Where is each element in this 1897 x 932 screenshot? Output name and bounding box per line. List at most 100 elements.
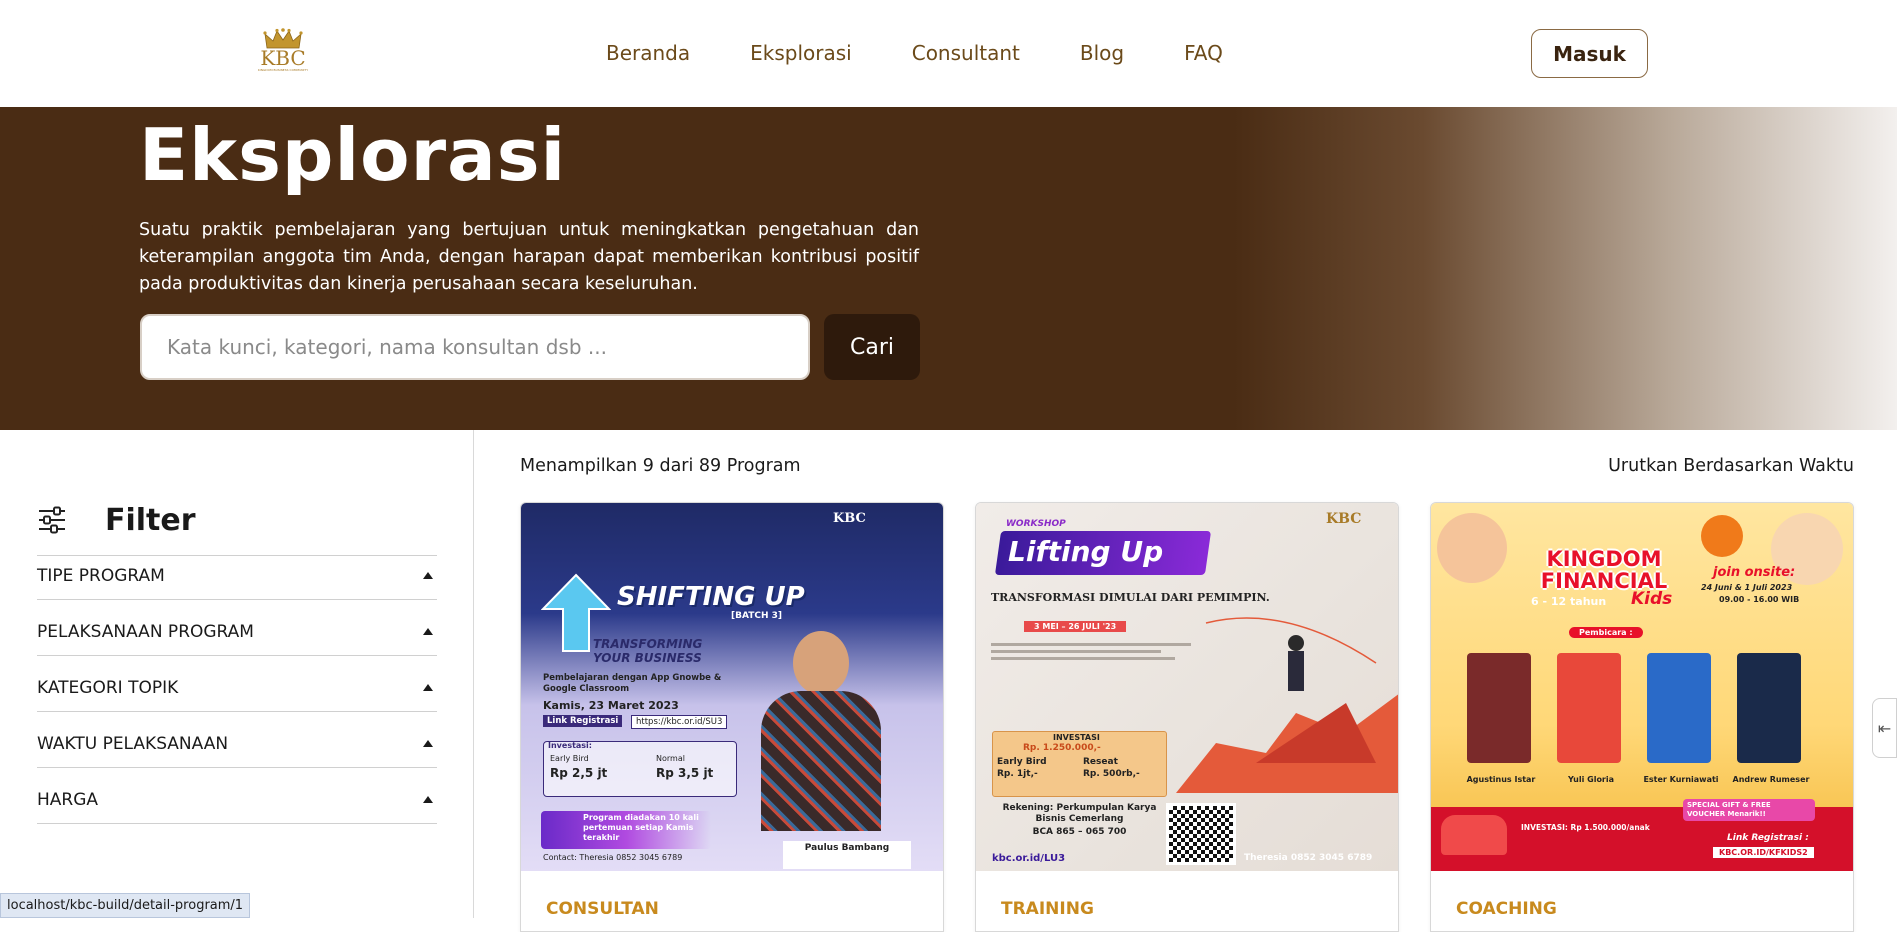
poster-speakers-label: Pembicara :	[1569, 627, 1643, 638]
filter-harga[interactable]: HARGA	[37, 768, 437, 824]
filter-sections: TIPE PROGRAM PELAKSANAAN PROGRAM KATEGOR…	[37, 544, 437, 824]
card-category: CONSULTAN	[546, 899, 659, 919]
filter-label: HARGA	[37, 789, 99, 810]
nav-eksplorasi[interactable]: Eksplorasi	[750, 38, 852, 68]
collapse-icon: ⇤	[1877, 718, 1892, 738]
status-bar-url: localhost/kbc-build/detail-program/1	[0, 893, 251, 918]
login-button[interactable]: Masuk	[1531, 29, 1648, 78]
kbc-logo[interactable]: KBC KINGDOM BUSINESS COMMUNITY	[250, 28, 316, 82]
poster-invest-box: Investasi: Early Bird Rp 2,5 jt Normal R…	[543, 741, 737, 797]
logo-text: KBC	[260, 46, 306, 70]
sort-dropdown[interactable]: Urutkan Berdasarkan Waktu	[1608, 456, 1854, 476]
filter-kategori-topik[interactable]: KATEGORI TOPIK	[37, 656, 437, 712]
poster-contact: Contact: Theresia 0852 3045 6789	[543, 853, 683, 862]
car-icon	[1441, 815, 1507, 855]
card-category: COACHING	[1456, 899, 1557, 919]
poster-bank: BCA 865 – 065 700	[1032, 827, 1127, 837]
hero-description: Suatu praktik pembelajaran yang bertujua…	[139, 220, 919, 294]
hero-banner: Eksplorasi Suatu praktik pembelajaran ya…	[0, 107, 1897, 430]
nav-faq[interactable]: FAQ	[1184, 38, 1223, 68]
program-card[interactable]: KINGDOM FINANCIAL 6 - 12 tahun Kids join…	[1430, 502, 1854, 932]
sliders-icon	[39, 506, 65, 534]
filter-label: WAKTU PELAKSANAAN	[37, 733, 229, 754]
program-card[interactable]: KBC WORKSHOP Lifting Up TRANSFORMASI DIM…	[975, 502, 1399, 932]
program-poster: KBC WORKSHOP Lifting Up TRANSFORMASI DIM…	[976, 503, 1398, 871]
speaker-photo	[761, 621, 881, 831]
poster-reg-label: Link Registrasi	[543, 715, 623, 727]
filter-tipe-program[interactable]: TIPE PROGRAM	[37, 544, 437, 600]
poster-logo: KBC	[833, 511, 866, 526]
poster-normal: Normal	[656, 754, 685, 763]
side-drawer-handle[interactable]: ⇤	[1872, 698, 1897, 758]
result-count: Menampilkan 9 dari 89 Program	[520, 456, 801, 476]
caret-up-icon	[423, 684, 433, 691]
poster-headline: Lifting Up	[1008, 535, 1164, 568]
poster-time: 09.00 - 16.00 WIB	[1719, 595, 1800, 604]
card-category: TRAINING	[1001, 899, 1094, 919]
logo-subtext: KINGDOM BUSINESS COMMUNITY	[257, 68, 309, 72]
poster-price: Rp. 1.250.000,-	[1023, 743, 1101, 753]
poster-workshop: WORKSHOP	[1006, 519, 1066, 529]
filter-pelaksanaan-program[interactable]: PELAKSANAAN PROGRAM	[37, 600, 437, 656]
poster-kids: Kids	[1631, 589, 1673, 609]
poster-date: Kamis, 23 Maret 2023	[543, 699, 679, 712]
poster-program-note: Program diadakan 10 kali pertemuan setia…	[583, 813, 699, 842]
poster-speaker: Paulus Bambang	[783, 841, 911, 869]
search-box[interactable]	[140, 314, 810, 380]
speaker-name: Yuli Gloria	[1567, 775, 1615, 784]
page-title: Eksplorasi	[139, 113, 567, 197]
poster-early: Early Bird	[997, 757, 1047, 767]
poster-reg-link: KBC.OR.ID/KFKIDS2	[1713, 847, 1814, 858]
poster-reg-label: Link Registrasi :	[1727, 833, 1809, 843]
speaker-name: Ester Kurniawati	[1643, 775, 1719, 784]
leader-illustration	[1176, 617, 1398, 793]
filter-label: PELAKSANAAN PROGRAM	[37, 621, 254, 642]
filter-waktu-pelaksanaan[interactable]: WAKTU PELAKSANAAN	[37, 712, 437, 768]
poster-price-box: INVESTASI Rp. 1.250.000,- Early Bird Rp.…	[992, 731, 1167, 797]
program-poster: KBC SHIFTING UP [BATCH 3] TRANSFORMING Y…	[521, 503, 943, 871]
poster-reseat: Reseat	[1083, 757, 1118, 767]
nav-beranda[interactable]: Beranda	[606, 38, 690, 68]
caret-up-icon	[423, 628, 433, 635]
main-nav: Beranda Eksplorasi Consultant Blog FAQ	[606, 38, 1283, 68]
nav-consultant[interactable]: Consultant	[912, 38, 1020, 68]
poster-contact: Theresia 0852 3045 6789	[1244, 853, 1373, 863]
speaker-photo	[1647, 653, 1711, 763]
poster-headline: SHIFTING UP	[617, 582, 805, 612]
poster-reseat-price: Rp. 500rb,-	[1083, 769, 1140, 779]
basketball-icon	[1701, 515, 1743, 557]
program-poster: KINGDOM FINANCIAL 6 - 12 tahun Kids join…	[1431, 503, 1853, 871]
poster-early-bird: Early Bird	[550, 754, 589, 763]
poster-batch: [BATCH 3]	[731, 611, 783, 621]
poster-normal-price: Rp 3,5 jt	[656, 766, 714, 780]
poster-early-price: Rp. 1jt,-	[997, 769, 1038, 779]
qr-code	[1166, 803, 1236, 865]
poster-age: 6 - 12 tahun	[1531, 595, 1607, 608]
poster-dates: 24 Juni & 1 Juli 2023	[1701, 583, 1793, 592]
filter-label: TIPE PROGRAM	[37, 565, 165, 586]
kid-illustration-left	[1437, 513, 1507, 583]
nav-blog[interactable]: Blog	[1080, 38, 1124, 68]
filter-header: Filter	[37, 460, 437, 556]
speaker-photo	[1737, 653, 1801, 763]
poster-early-price: Rp 2,5 jt	[550, 766, 608, 780]
speaker-photo	[1467, 653, 1531, 763]
search-button[interactable]: Cari	[824, 314, 920, 380]
poster-line1: Pembelajaran dengan App Gnowbe & Google …	[543, 673, 722, 694]
caret-up-icon	[423, 796, 433, 803]
program-card[interactable]: KBC SHIFTING UP [BATCH 3] TRANSFORMING Y…	[520, 502, 944, 932]
poster-investasi: INVESTASI	[1053, 733, 1100, 742]
poster-reg-link: https://kbc.or.id/SU3	[631, 715, 728, 729]
poster-gift: SPECIAL GIFT & FREE VOUCHER Menarik!!	[1683, 799, 1815, 821]
caret-up-icon	[423, 740, 433, 747]
poster-logo: KBC	[1326, 511, 1362, 527]
filter-label: KATEGORI TOPIK	[37, 677, 179, 698]
poster-text-lines	[991, 639, 1191, 699]
poster-dates: 3 MEI – 26 JULI '23	[1024, 621, 1127, 632]
poster-account: Rekening: Perkumpulan Karya Bisnis Cemer…	[1002, 803, 1157, 824]
poster-invest-label: Investasi:	[548, 741, 592, 750]
poster-invest: INVESTASI: Rp 1.500.000/anak	[1521, 823, 1650, 832]
search-input[interactable]	[167, 335, 783, 359]
site-header: KBC KINGDOM BUSINESS COMMUNITY Beranda E…	[0, 0, 1897, 107]
poster-headline: KINGDOM FINANCIAL	[1540, 547, 1668, 593]
